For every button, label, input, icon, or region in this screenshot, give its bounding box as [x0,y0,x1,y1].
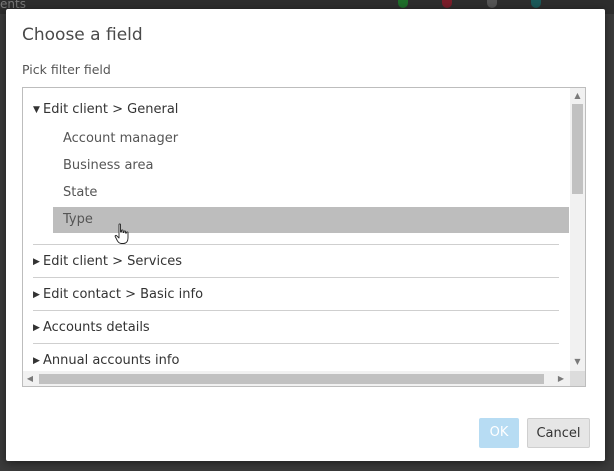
cancel-button[interactable]: Cancel [527,418,590,448]
gray-status-icon [487,0,497,8]
tree-group-accounts-details[interactable]: ▶ Accounts details [33,316,150,340]
scroll-left-icon[interactable]: ◀ [25,373,35,385]
tree-group-edit-client-services[interactable]: ▶ Edit client > Services [33,250,182,274]
caret-right-icon: ▶ [33,290,40,300]
green-status-icon [398,0,408,8]
tree-group-label: Edit client > Services [43,254,182,269]
dialog-subtitle: Pick filter field [22,62,111,77]
tree-group-label: Edit client > General [43,102,179,117]
scrollbar-corner [570,371,585,386]
horizontal-scrollbar[interactable]: ◀ ▶ [23,371,570,386]
caret-right-icon: ▶ [33,323,40,333]
tree-divider [33,343,559,344]
tree-item-type[interactable]: Type [53,207,569,233]
vertical-scrollbar[interactable]: ▲ ▼ [570,88,585,371]
vertical-scroll-thumb[interactable] [572,104,583,194]
tree-divider [33,277,559,278]
teal-status-icon [531,0,541,8]
tree-item-state[interactable]: State [53,180,569,206]
scroll-up-icon[interactable]: ▲ [571,90,584,102]
caret-right-icon: ▶ [33,257,40,267]
tree-group-edit-contact-basic-info[interactable]: ▶ Edit contact > Basic info [33,283,203,307]
tree-group-label: Edit contact > Basic info [43,287,204,302]
scroll-down-icon[interactable]: ▼ [571,356,584,368]
tree-group-annual-accounts-info[interactable]: ▶ Annual accounts info [33,349,179,371]
horizontal-scroll-thumb[interactable] [39,374,544,384]
scroll-right-icon[interactable]: ▶ [556,373,566,385]
field-tree-content: ▼ Edit client > General Account manager B… [23,88,570,371]
hand-pointer-icon [114,223,129,244]
tree-group-label: Accounts details [43,320,150,335]
tree-group-label: Annual accounts info [43,353,180,368]
tree-item-account-manager[interactable]: Account manager [53,126,569,152]
tree-divider [33,310,559,311]
tree-item-business-area[interactable]: Business area [53,153,569,179]
field-tree: ▼ Edit client > General Account manager B… [22,87,586,387]
ok-button[interactable]: OK [479,418,519,448]
caret-down-icon: ▼ [33,105,40,115]
caret-right-icon: ▶ [33,356,40,366]
dialog-title: Choose a field [22,25,143,45]
tree-divider [33,244,559,245]
red-status-icon [442,0,452,8]
choose-field-dialog: Choose a field Pick filter field ▼ Edit c… [6,9,605,461]
tree-group-edit-client-general[interactable]: ▼ Edit client > General [33,98,178,122]
